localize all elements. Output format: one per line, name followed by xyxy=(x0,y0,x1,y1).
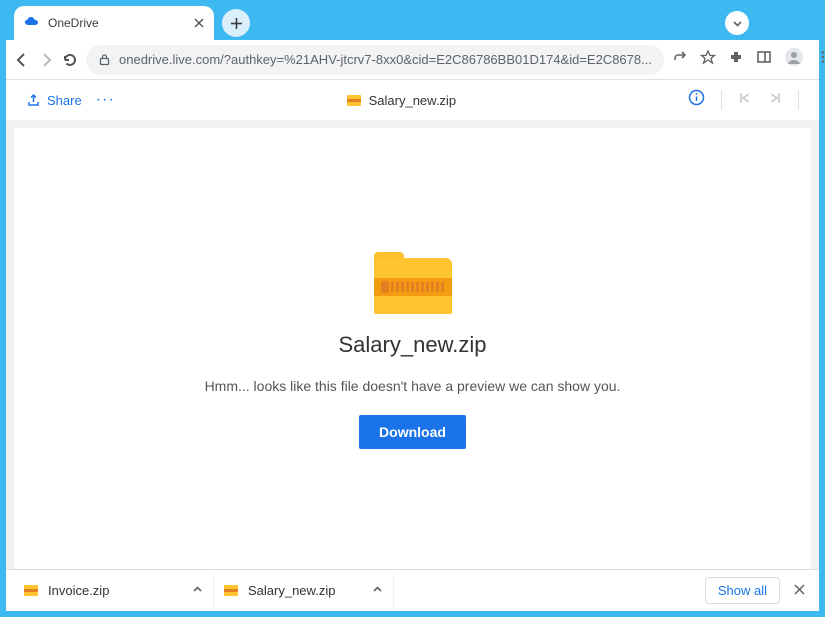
next-item-icon[interactable] xyxy=(768,91,782,110)
new-tab-button[interactable] xyxy=(222,9,250,37)
side-panel-icon[interactable] xyxy=(756,49,772,70)
chevron-up-icon[interactable] xyxy=(192,583,203,598)
close-download-bar-button[interactable] xyxy=(788,582,811,599)
bookmark-icon[interactable] xyxy=(700,49,716,70)
zip-mini-icon xyxy=(224,585,238,596)
chrome-menu-icon[interactable] xyxy=(816,50,825,69)
show-all-downloads-button[interactable]: Show all xyxy=(705,577,780,604)
header-filename: Salary_new.zip xyxy=(125,93,678,108)
extensions-icon[interactable] xyxy=(728,49,744,70)
zip-folder-icon xyxy=(374,252,452,314)
profile-icon[interactable] xyxy=(784,47,804,72)
zip-mini-icon xyxy=(24,585,38,596)
download-item-name: Salary_new.zip xyxy=(248,583,335,598)
more-actions-button[interactable]: ··· xyxy=(96,91,115,109)
download-button[interactable]: Download xyxy=(359,415,466,449)
preview-message: Hmm... looks like this file doesn't have… xyxy=(205,376,621,397)
download-bar: Invoice.zip Salary_new.zip Show all xyxy=(6,569,819,611)
download-item[interactable]: Salary_new.zip xyxy=(214,574,394,608)
share-label: Share xyxy=(47,93,82,108)
download-item-name: Invoice.zip xyxy=(48,583,109,598)
divider xyxy=(721,90,722,110)
tab-title: OneDrive xyxy=(48,16,99,30)
info-icon[interactable] xyxy=(688,89,705,111)
url-text: onedrive.live.com/?authkey=%21AHV-jtcrv7… xyxy=(119,52,652,67)
file-title: Salary_new.zip xyxy=(339,332,487,358)
onedrive-favicon-icon xyxy=(24,15,40,31)
divider xyxy=(798,90,799,110)
address-bar[interactable]: onedrive.live.com/?authkey=%21AHV-jtcrv7… xyxy=(86,45,664,75)
share-page-icon[interactable] xyxy=(672,49,688,70)
share-button[interactable]: Share xyxy=(26,93,82,108)
forward-button[interactable] xyxy=(38,46,54,74)
close-tab-button[interactable] xyxy=(194,16,204,31)
lock-icon xyxy=(98,53,111,66)
chevron-up-icon[interactable] xyxy=(372,583,383,598)
back-button[interactable] xyxy=(14,46,30,74)
zip-mini-icon xyxy=(347,95,361,106)
browser-tab[interactable]: OneDrive xyxy=(14,6,214,40)
share-icon xyxy=(26,93,41,108)
reload-button[interactable] xyxy=(62,46,78,74)
download-item[interactable]: Invoice.zip xyxy=(14,574,214,608)
tab-search-button[interactable] xyxy=(725,11,749,35)
previous-item-icon[interactable] xyxy=(738,91,752,110)
header-filename-text: Salary_new.zip xyxy=(369,93,456,108)
